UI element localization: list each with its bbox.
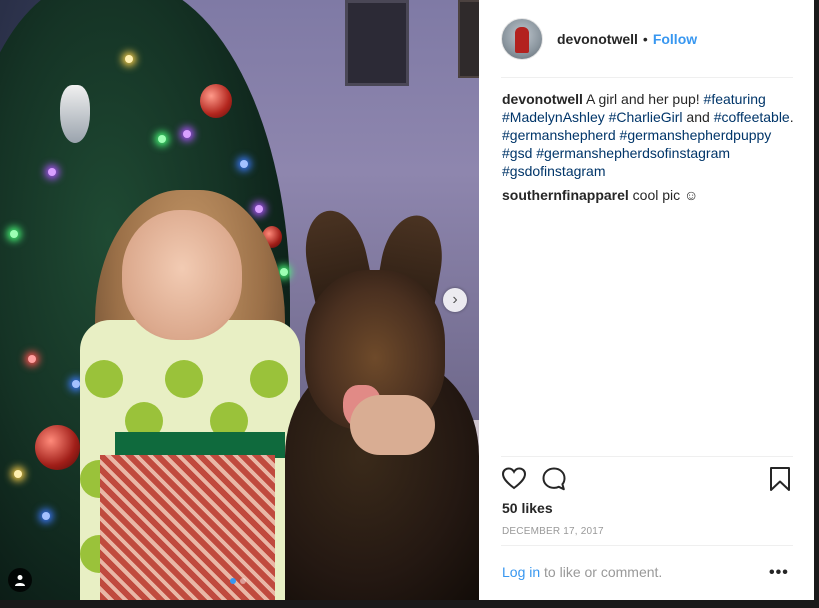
login-prompt-text: to like or comment.: [540, 564, 663, 580]
comments-list: devonotwell A girl and her pup! #featuri…: [502, 90, 794, 210]
header-divider: [501, 77, 793, 78]
hashtag-link[interactable]: #coffeetable: [714, 109, 790, 125]
hashtag-link[interactable]: #germanshepherdsofinstagram: [536, 145, 730, 161]
comment-icon[interactable]: [541, 466, 567, 492]
hashtag-link[interactable]: #germanshepherd: [502, 127, 616, 143]
login-link[interactable]: Log in: [502, 564, 540, 580]
photo-tree-light: [183, 130, 191, 138]
modal-backdrop-bottom: [0, 600, 819, 608]
caption-connector: and: [682, 109, 714, 125]
hashtag-link[interactable]: #gsdofinstagram: [502, 163, 606, 179]
comment-text: cool pic ☺: [628, 187, 699, 203]
chevron-right-icon: ›: [452, 291, 458, 308]
footer-divider: [501, 545, 793, 546]
post-sidebar: devonotwell • Follow devonotwell A girl …: [479, 0, 814, 600]
photo-tree-light: [240, 160, 248, 168]
carousel-dot-active: [230, 578, 236, 584]
post-photo[interactable]: ›: [0, 0, 479, 600]
photo-tree-light: [28, 355, 36, 363]
caption: devonotwell A girl and her pup! #featuri…: [502, 90, 794, 180]
follow-button[interactable]: Follow: [653, 31, 697, 47]
caption-text: A girl and her pup!: [582, 91, 704, 107]
caption-author[interactable]: devonotwell: [502, 91, 583, 107]
actions-divider: [501, 456, 793, 457]
hashtag-link[interactable]: #MadelynAshley: [502, 109, 605, 125]
photo-dress-skirt: [100, 455, 275, 600]
photo-tree-light: [10, 230, 18, 238]
login-prompt: Log in to like or comment.: [502, 564, 794, 580]
photo-tree-ornament: [35, 425, 80, 470]
photo-dress-dot: [250, 360, 288, 398]
post-date[interactable]: DECEMBER 17, 2017: [502, 526, 604, 537]
photo-girl-face: [122, 210, 242, 340]
post-header: devonotwell • Follow: [501, 18, 793, 60]
carousel-dot: [240, 578, 246, 584]
comment-author[interactable]: southernfinapparel: [502, 187, 629, 203]
photo-tree-light: [14, 470, 22, 478]
user-tag-icon: [15, 575, 25, 586]
photo-tree-light: [72, 380, 80, 388]
photo-tree-ornament: [200, 84, 232, 118]
user-tags-button[interactable]: [8, 568, 32, 592]
photo-wall-frame: [345, 0, 409, 86]
photo-tree-light: [158, 135, 166, 143]
likes-count[interactable]: 50 likes: [502, 500, 553, 516]
photo-girl-arm: [350, 395, 435, 455]
hashtag-link[interactable]: #featuring: [704, 91, 766, 107]
action-bar: [501, 466, 793, 494]
more-options-button[interactable]: •••: [769, 564, 789, 582]
header-username[interactable]: devonotwell: [557, 31, 638, 47]
heart-icon[interactable]: [501, 466, 527, 492]
photo-tree-light: [48, 168, 56, 176]
photo-wall-frame: [458, 0, 479, 78]
avatar[interactable]: [501, 18, 543, 60]
bookmark-icon[interactable]: [767, 466, 793, 492]
modal-backdrop-edge: [814, 0, 819, 608]
hashtag-link[interactable]: #CharlieGirl: [609, 109, 683, 125]
photo-dress-dot: [85, 360, 123, 398]
carousel-indicator: [230, 578, 246, 584]
photo-tree-ornament: [60, 85, 90, 143]
photo-tree-light: [42, 512, 50, 520]
caption-connector: .: [789, 109, 794, 125]
photo-tree-light: [125, 55, 133, 63]
header-separator: •: [642, 31, 648, 47]
comment-item: southernfinapparel cool pic ☺: [502, 186, 794, 204]
carousel-next-button[interactable]: ›: [443, 288, 467, 312]
hashtag-link[interactable]: #germanshepherdpuppy: [620, 127, 772, 143]
hashtag-link[interactable]: #gsd: [502, 145, 532, 161]
photo-tree-light: [255, 205, 263, 213]
photo-dress-dot: [165, 360, 203, 398]
